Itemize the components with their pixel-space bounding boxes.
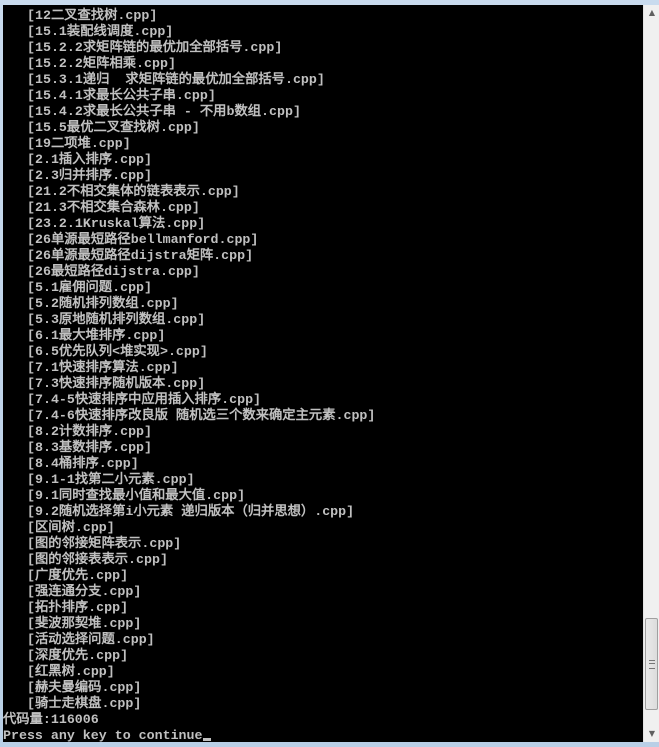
file-list-item: [21.2不相交集体的链表表示.cpp]: [27, 184, 240, 199]
file-list-item: [7.3快速排序随机版本.cpp]: [27, 376, 206, 391]
file-list-item: [5.1雇佣问题.cpp]: [27, 280, 153, 295]
file-list-item: [9.2随机选择第i小元素 递归版本（归并思想）.cpp]: [27, 504, 355, 519]
file-list-item: [区间树.cpp]: [27, 520, 115, 535]
press-any-key-text: Press any key to continue: [3, 728, 203, 742]
file-list-item: [15.4.1求最长公共子串.cpp]: [27, 88, 216, 103]
file-list-item: [26最短路径dijstra.cpp]: [27, 264, 200, 279]
press-any-key-line: Press any key to continue: [3, 728, 375, 742]
file-list-item: [2.1插入排序.cpp]: [27, 152, 153, 167]
file-list-item: [图的邻接表表示.cpp]: [27, 552, 168, 567]
file-list-item: [26单源最短路径dijstra矩阵.cpp]: [27, 248, 254, 263]
file-list-item: [8.2计数排序.cpp]: [27, 424, 153, 439]
file-list-item: [5.2随机排列数组.cpp]: [27, 296, 179, 311]
file-list-item: [赫夫曼编码.cpp]: [27, 680, 142, 695]
file-list-item: [红黑树.cpp]: [27, 664, 115, 679]
file-list-item: [15.3.1递归 求矩阵链的最优加全部括号.cpp]: [27, 72, 325, 87]
scroll-down-arrow-icon[interactable]: ▼: [644, 726, 659, 742]
file-list-item: [15.1装配线调度.cpp]: [27, 24, 174, 39]
console-output: [12二叉查找树.cpp] [15.1装配线调度.cpp] [15.2.2求矩阵链的…: [3, 5, 643, 742]
file-list-item: [7.1快速排序算法.cpp]: [27, 360, 179, 375]
file-list-item: [15.4.2求最长公共子串 - 不用b数组.cpp]: [27, 104, 301, 119]
file-list-item: [7.4-5快速排序中应用插入排序.cpp]: [27, 392, 262, 407]
vertical-scrollbar[interactable]: ▲ ▼: [643, 5, 659, 742]
file-list-item: [19二项堆.cpp]: [27, 136, 131, 151]
file-list-item: [7.4-6快速排序改良版 随机选三个数来确定主元素.cpp]: [27, 408, 376, 423]
file-list-item: [5.3原地随机排列数组.cpp]: [27, 312, 206, 327]
file-list-item: [15.2.2求矩阵链的最优加全部括号.cpp]: [27, 40, 283, 55]
file-list-item: [15.5最优二叉查找树.cpp]: [27, 120, 200, 135]
file-list-item: [23.2.1Kruskal算法.cpp]: [27, 216, 206, 231]
file-list-item: [9.1-1找第二小元素.cpp]: [27, 472, 195, 487]
file-list-item: [广度优先.cpp]: [27, 568, 129, 583]
output-lines: [12二叉查找树.cpp] [15.1装配线调度.cpp] [15.2.2求矩阵链的…: [3, 8, 375, 742]
file-list-item: [拓扑排序.cpp]: [27, 600, 129, 615]
file-list-item: [骑士走棋盘.cpp]: [27, 696, 142, 711]
file-list-item: [8.4桶排序.cpp]: [27, 456, 139, 471]
file-list-item: [8.3基数排序.cpp]: [27, 440, 153, 455]
file-list-item: [6.1最大堆排序.cpp]: [27, 328, 166, 343]
file-list-item: [强连通分支.cpp]: [27, 584, 142, 599]
file-list-item: [26单源最短路径bellmanford.cpp]: [27, 232, 259, 247]
file-list-item: [15.2.2矩阵相乘.cpp]: [27, 56, 176, 71]
code-count-line: 代码量:116006: [3, 712, 99, 727]
grip-icon: [649, 660, 655, 669]
file-list-item: [2.3归并排序.cpp]: [27, 168, 153, 183]
file-list-item: [图的邻接矩阵表示.cpp]: [27, 536, 182, 551]
file-list-item: [9.1同时查找最小值和最大值.cpp]: [27, 488, 246, 503]
file-list-item: [深度优先.cpp]: [27, 648, 129, 663]
file-list-item: [活动选择问题.cpp]: [27, 632, 155, 647]
scroll-up-arrow-icon[interactable]: ▲: [644, 5, 659, 21]
file-list-item: [斐波那契堆.cpp]: [27, 616, 142, 631]
console-window: [12二叉查找树.cpp] [15.1装配线调度.cpp] [15.2.2求矩阵链的…: [0, 0, 659, 747]
file-list-item: [6.5优先队列<堆实现>.cpp]: [27, 344, 208, 359]
file-list-item: [21.3不相交集合森林.cpp]: [27, 200, 200, 215]
text-cursor: [202, 738, 211, 741]
file-list-item: [12二叉查找树.cpp]: [27, 8, 158, 23]
scrollbar-thumb[interactable]: [645, 618, 658, 710]
